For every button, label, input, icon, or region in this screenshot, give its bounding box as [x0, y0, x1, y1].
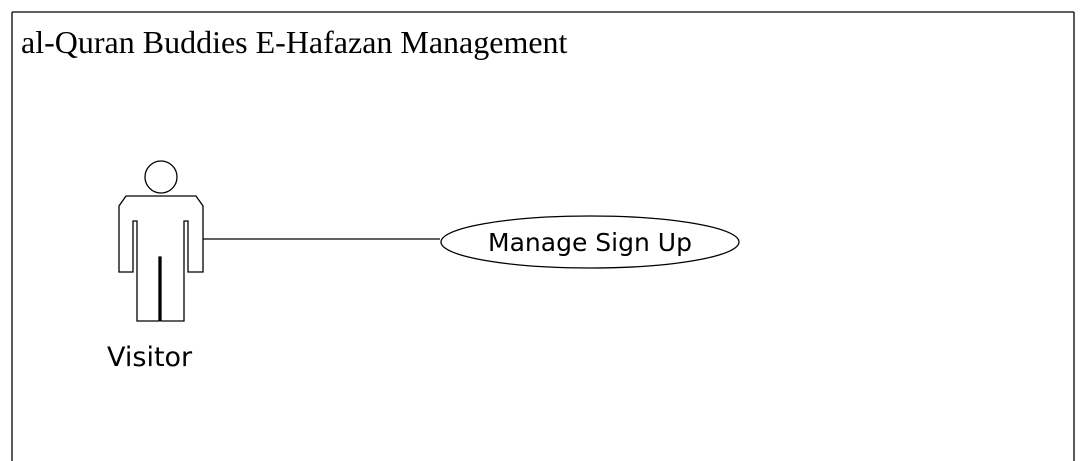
actor-label: Visitor — [107, 342, 193, 373]
use-case-diagram: al-Quran Buddies E-Hafazan Management Vi… — [11, 11, 1075, 461]
actor-body — [118, 195, 204, 322]
system-title: al-Quran Buddies E-Hafazan Management — [21, 24, 568, 60]
actor-figure — [118, 160, 204, 322]
use-case-label: Manage Sign Up — [488, 228, 692, 257]
actor-head — [144, 160, 178, 194]
